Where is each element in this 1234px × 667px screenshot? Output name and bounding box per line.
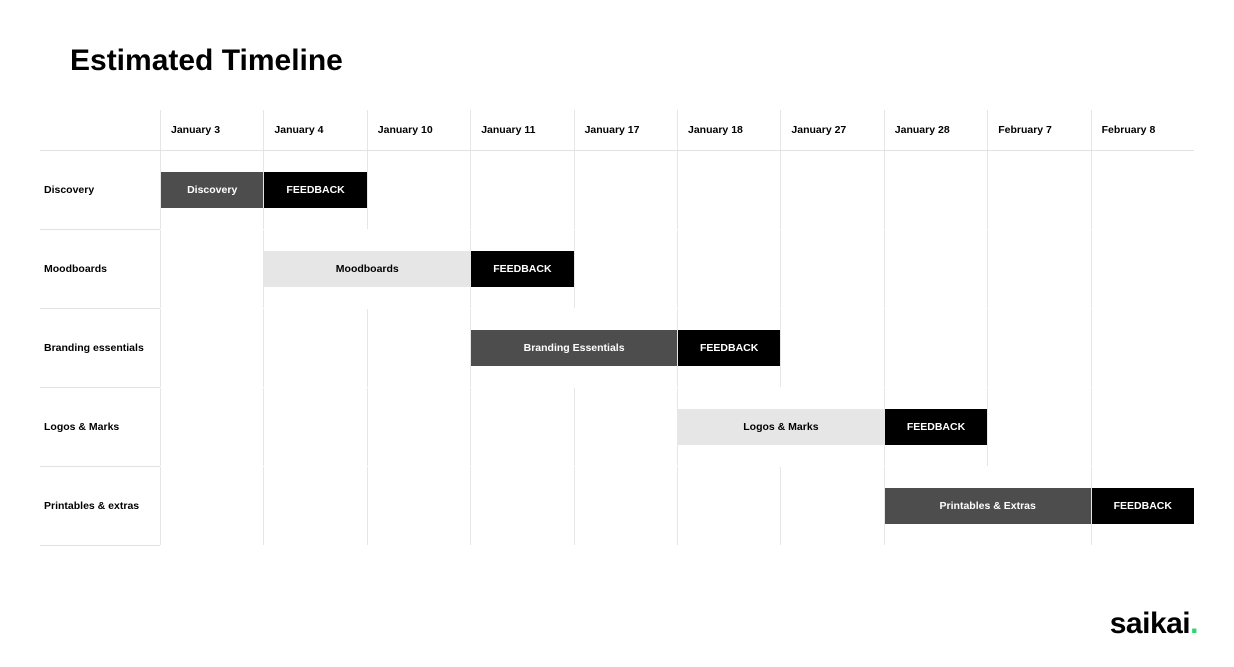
gantt-bar-wrap: FEEDBACK [884, 388, 987, 466]
feedback-bar: FEEDBACK [471, 251, 573, 287]
empty-cell [677, 151, 780, 229]
gantt-bar-wrap: FEEDBACK [263, 151, 366, 229]
logo-text: saikai [1110, 607, 1190, 640]
empty-cell [884, 151, 987, 229]
empty-cell [1091, 151, 1194, 229]
empty-cell [470, 151, 573, 229]
row-label: Discovery [40, 151, 160, 229]
empty-cell [1091, 309, 1194, 387]
empty-cell [780, 309, 883, 387]
empty-cell [160, 309, 263, 387]
empty-cell [574, 388, 677, 466]
logo: saikai. [1110, 607, 1198, 641]
column-header: January 18 [677, 110, 780, 150]
feedback-bar: FEEDBACK [1092, 488, 1194, 524]
column-header: January 28 [884, 110, 987, 150]
gantt-bar-wrap: Printables & Extras [884, 467, 1091, 545]
column-header: January 11 [470, 110, 573, 150]
column-header: January 3 [160, 110, 263, 150]
row-label: Moodboards [40, 230, 160, 308]
task-bar: Logos & Marks [678, 409, 884, 445]
page-title: Estimated Timeline [70, 44, 343, 78]
column-header: January 10 [367, 110, 470, 150]
feedback-bar: FEEDBACK [885, 409, 987, 445]
empty-cell [987, 309, 1090, 387]
gantt-bar-wrap: FEEDBACK [470, 230, 573, 308]
empty-cell [367, 467, 470, 545]
gantt-bar-wrap: Branding Essentials [470, 309, 677, 387]
empty-cell [160, 230, 263, 308]
empty-cell [884, 230, 987, 308]
gantt-bar-wrap: FEEDBACK [677, 309, 780, 387]
gantt-bar-wrap: Logos & Marks [677, 388, 884, 466]
task-bar: Printables & Extras [885, 488, 1091, 524]
row-label: Logos & Marks [40, 388, 160, 466]
task-bar: Moodboards [264, 251, 470, 287]
empty-cell [677, 230, 780, 308]
gantt-bar-wrap: FEEDBACK [1091, 467, 1194, 545]
empty-cell [780, 467, 883, 545]
empty-cell [263, 467, 366, 545]
task-bar: Branding Essentials [471, 330, 677, 366]
row-divider [40, 545, 160, 546]
empty-cell [1091, 388, 1194, 466]
empty-cell [1091, 230, 1194, 308]
row-label: Branding essentials [40, 309, 160, 387]
empty-cell [263, 309, 366, 387]
empty-cell [987, 230, 1090, 308]
empty-cell [780, 151, 883, 229]
logo-dot: . [1190, 607, 1198, 640]
empty-cell [160, 467, 263, 545]
empty-cell [884, 309, 987, 387]
gantt-chart: January 3January 4January 10January 11Ja… [40, 110, 1194, 546]
gantt-bar-wrap: Discovery [160, 151, 263, 229]
feedback-bar: FEEDBACK [264, 172, 366, 208]
column-header: January 27 [780, 110, 883, 150]
column-header: February 8 [1091, 110, 1194, 150]
row-label: Printables & extras [40, 467, 160, 545]
empty-cell [263, 388, 366, 466]
column-header-empty [40, 110, 160, 150]
column-header: February 7 [987, 110, 1090, 150]
empty-cell [987, 151, 1090, 229]
empty-cell [160, 388, 263, 466]
empty-cell [367, 388, 470, 466]
feedback-bar: FEEDBACK [678, 330, 780, 366]
column-header: January 17 [574, 110, 677, 150]
column-header: January 4 [263, 110, 366, 150]
page: Estimated Timeline January 3January 4Jan… [0, 0, 1234, 667]
empty-cell [780, 230, 883, 308]
empty-cell [470, 467, 573, 545]
empty-cell [574, 230, 677, 308]
empty-cell [470, 388, 573, 466]
gantt-bar-wrap: Moodboards [263, 230, 470, 308]
empty-cell [367, 309, 470, 387]
empty-cell [987, 388, 1090, 466]
task-bar: Discovery [161, 172, 263, 208]
empty-cell [574, 467, 677, 545]
empty-cell [677, 467, 780, 545]
empty-cell [574, 151, 677, 229]
empty-cell [367, 151, 470, 229]
